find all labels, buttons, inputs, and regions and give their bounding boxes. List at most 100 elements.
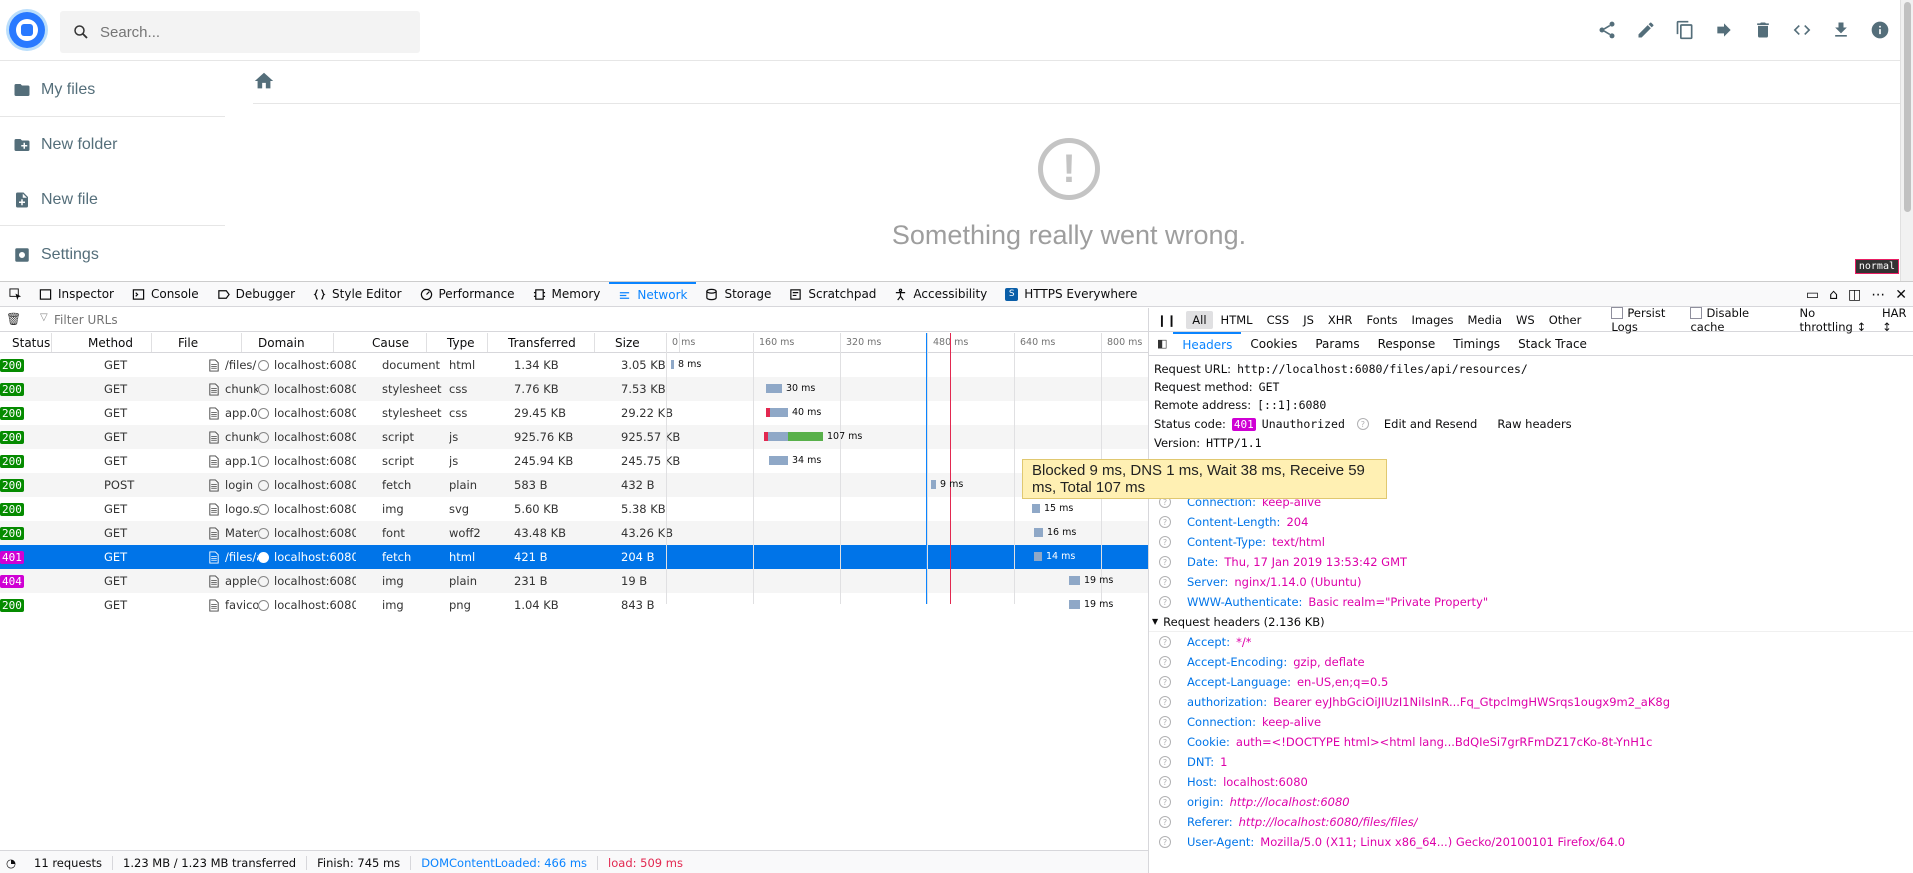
- throttling-select[interactable]: No throttling ↕: [1800, 306, 1870, 334]
- type-filter-all[interactable]: All: [1186, 310, 1213, 329]
- raw-headers-toggle[interactable]: Raw headers: [1497, 417, 1571, 431]
- header-row[interactable]: ? WWW-Authenticate: Basic realm="Private P…: [1149, 592, 1913, 612]
- help-icon[interactable]: ?: [1159, 716, 1171, 728]
- help-icon[interactable]: ?: [1356, 418, 1369, 430]
- search-input[interactable]: [100, 23, 400, 41]
- help-icon[interactable]: ?: [1159, 516, 1171, 528]
- header-row[interactable]: ? Accept: */*: [1149, 632, 1913, 652]
- type-filter-fonts[interactable]: Fonts: [1360, 311, 1403, 329]
- col-method[interactable]: Method: [52, 333, 152, 352]
- clear-icon[interactable]: 🗑: [6, 312, 21, 326]
- type-filter-other[interactable]: Other: [1543, 311, 1588, 329]
- har-menu[interactable]: HAR ↕: [1882, 306, 1913, 334]
- more-options-icon[interactable]: ⋯: [1871, 287, 1885, 303]
- type-filter-css[interactable]: CSS: [1261, 311, 1296, 329]
- header-row[interactable]: ? Server: nginx/1.14.0 (Ubuntu): [1149, 572, 1913, 592]
- help-icon[interactable]: ?: [1159, 756, 1171, 768]
- header-row[interactable]: ? Accept-Encoding: gzip, deflate: [1149, 652, 1913, 672]
- header-row[interactable]: ? Content-Type: text/html: [1149, 532, 1913, 552]
- header-row[interactable]: ? Connection: keep-alive: [1149, 712, 1913, 732]
- type-filter-media[interactable]: Media: [1461, 311, 1508, 329]
- filter-urls-input[interactable]: [54, 312, 354, 327]
- header-row[interactable]: ? Accept-Language: en-US,en;q=0.5: [1149, 672, 1913, 692]
- element-picker-icon[interactable]: [0, 282, 30, 306]
- help-icon[interactable]: ?: [1159, 536, 1171, 548]
- help-icon[interactable]: ?: [1159, 676, 1171, 688]
- page-scrollbar[interactable]: [1900, 0, 1913, 282]
- col-transferred[interactable]: Transferred: [488, 333, 595, 352]
- app-logo[interactable]: [9, 12, 45, 48]
- request-url[interactable]: http://localhost:6080/files/api/resource…: [1237, 362, 1528, 376]
- col-file[interactable]: File: [152, 333, 242, 352]
- col-cause[interactable]: Cause: [334, 333, 427, 352]
- breadcrumb-home-icon[interactable]: [253, 70, 275, 92]
- toggle-sidebar-icon[interactable]: ◧: [1149, 332, 1173, 355]
- help-icon[interactable]: ?: [1159, 816, 1171, 828]
- persist-logs-toggle[interactable]: Persist Logs: [1611, 306, 1680, 334]
- header-row[interactable]: ? Host: localhost:6080: [1149, 772, 1913, 792]
- screenshot-icon[interactable]: ⌂: [1829, 287, 1838, 303]
- performance-analysis-icon[interactable]: ◔: [0, 856, 24, 870]
- code-icon[interactable]: [1790, 18, 1814, 42]
- copy-icon[interactable]: [1673, 18, 1697, 42]
- dock-side-icon[interactable]: ◫: [1848, 287, 1861, 303]
- tab-storage[interactable]: Storage: [696, 282, 780, 306]
- sidebar-item-settings[interactable]: Settings: [0, 227, 225, 282]
- col-domain[interactable]: Domain: [242, 333, 334, 352]
- tab-performance[interactable]: Performance: [411, 282, 524, 306]
- disable-cache-toggle[interactable]: Disable cache: [1690, 306, 1769, 334]
- tab-console[interactable]: Console: [123, 282, 208, 306]
- header-row[interactable]: ? origin: http://localhost:6080: [1149, 792, 1913, 812]
- help-icon[interactable]: ?: [1159, 556, 1171, 568]
- type-filter-ws[interactable]: WS: [1510, 311, 1541, 329]
- header-row[interactable]: ? Referer: http://localhost:6080/files/fil…: [1149, 812, 1913, 832]
- tab-https-everywhere[interactable]: S HTTPS Everywhere: [996, 282, 1146, 306]
- tab-cookies[interactable]: Cookies: [1241, 332, 1306, 355]
- close-icon[interactable]: ✕: [1895, 287, 1907, 303]
- tab-memory[interactable]: Memory: [524, 282, 610, 306]
- header-row[interactable]: ? authorization: Bearer eyJhbGciOiJIUzI1Ni…: [1149, 692, 1913, 712]
- col-status[interactable]: Status: [0, 333, 52, 352]
- header-row[interactable]: ? Content-Length: 204: [1149, 512, 1913, 532]
- type-filter-images[interactable]: Images: [1405, 311, 1459, 329]
- help-icon[interactable]: ?: [1159, 796, 1171, 808]
- help-icon[interactable]: ?: [1159, 836, 1171, 848]
- header-row[interactable]: ? Date: Thu, 17 Jan 2019 13:53:42 GMT: [1149, 552, 1913, 572]
- edit-icon[interactable]: [1634, 18, 1658, 42]
- type-filter-html[interactable]: HTML: [1215, 311, 1259, 329]
- help-icon[interactable]: ?: [1159, 776, 1171, 788]
- info-icon[interactable]: [1868, 18, 1892, 42]
- tab-network[interactable]: Network: [609, 282, 697, 306]
- persist-logs-checkbox[interactable]: [1611, 306, 1624, 319]
- tab-stack-trace[interactable]: Stack Trace: [1509, 332, 1596, 355]
- col-type[interactable]: Type: [427, 333, 488, 352]
- sidebar-item-new-file[interactable]: New file: [0, 172, 225, 227]
- help-icon[interactable]: ?: [1159, 656, 1171, 668]
- tab-style-editor[interactable]: Style Editor: [304, 282, 410, 306]
- help-icon[interactable]: ?: [1159, 576, 1171, 588]
- tab-scratchpad[interactable]: Scratchpad: [780, 282, 885, 306]
- tab-headers[interactable]: Headers: [1173, 332, 1242, 355]
- tab-timings[interactable]: Timings: [1444, 332, 1509, 355]
- responsive-design-icon[interactable]: ▭: [1806, 287, 1819, 303]
- tab-response[interactable]: Response: [1369, 332, 1445, 355]
- move-icon[interactable]: [1712, 18, 1736, 42]
- disable-cache-checkbox[interactable]: [1690, 306, 1703, 319]
- type-filter-js[interactable]: JS: [1297, 311, 1320, 329]
- pause-icon[interactable]: ❙❙: [1149, 313, 1186, 327]
- tab-accessibility[interactable]: Accessibility: [885, 282, 996, 306]
- tab-params[interactable]: Params: [1306, 332, 1368, 355]
- header-row[interactable]: ? User-Agent: Mozilla/5.0 (X11; Linux x86_…: [1149, 832, 1913, 852]
- share-icon[interactable]: [1595, 18, 1619, 42]
- header-row[interactable]: ? Cookie: auth=<!DOCTYPE html><html lang..…: [1149, 732, 1913, 752]
- download-icon[interactable]: [1829, 18, 1853, 42]
- sidebar-item-my-files[interactable]: My files: [0, 62, 225, 117]
- header-row[interactable]: ? DNT: 1: [1149, 752, 1913, 772]
- edit-and-resend-button[interactable]: Edit and Resend: [1384, 417, 1477, 431]
- delete-icon[interactable]: [1751, 18, 1775, 42]
- tab-debugger[interactable]: Debugger: [208, 282, 304, 306]
- sidebar-item-new-folder[interactable]: New folder: [0, 117, 225, 172]
- tab-inspector[interactable]: Inspector: [30, 282, 123, 306]
- type-filter-xhr[interactable]: XHR: [1322, 311, 1359, 329]
- request-headers-section-toggle[interactable]: ▼ Request headers (2.136 KB): [1149, 612, 1913, 632]
